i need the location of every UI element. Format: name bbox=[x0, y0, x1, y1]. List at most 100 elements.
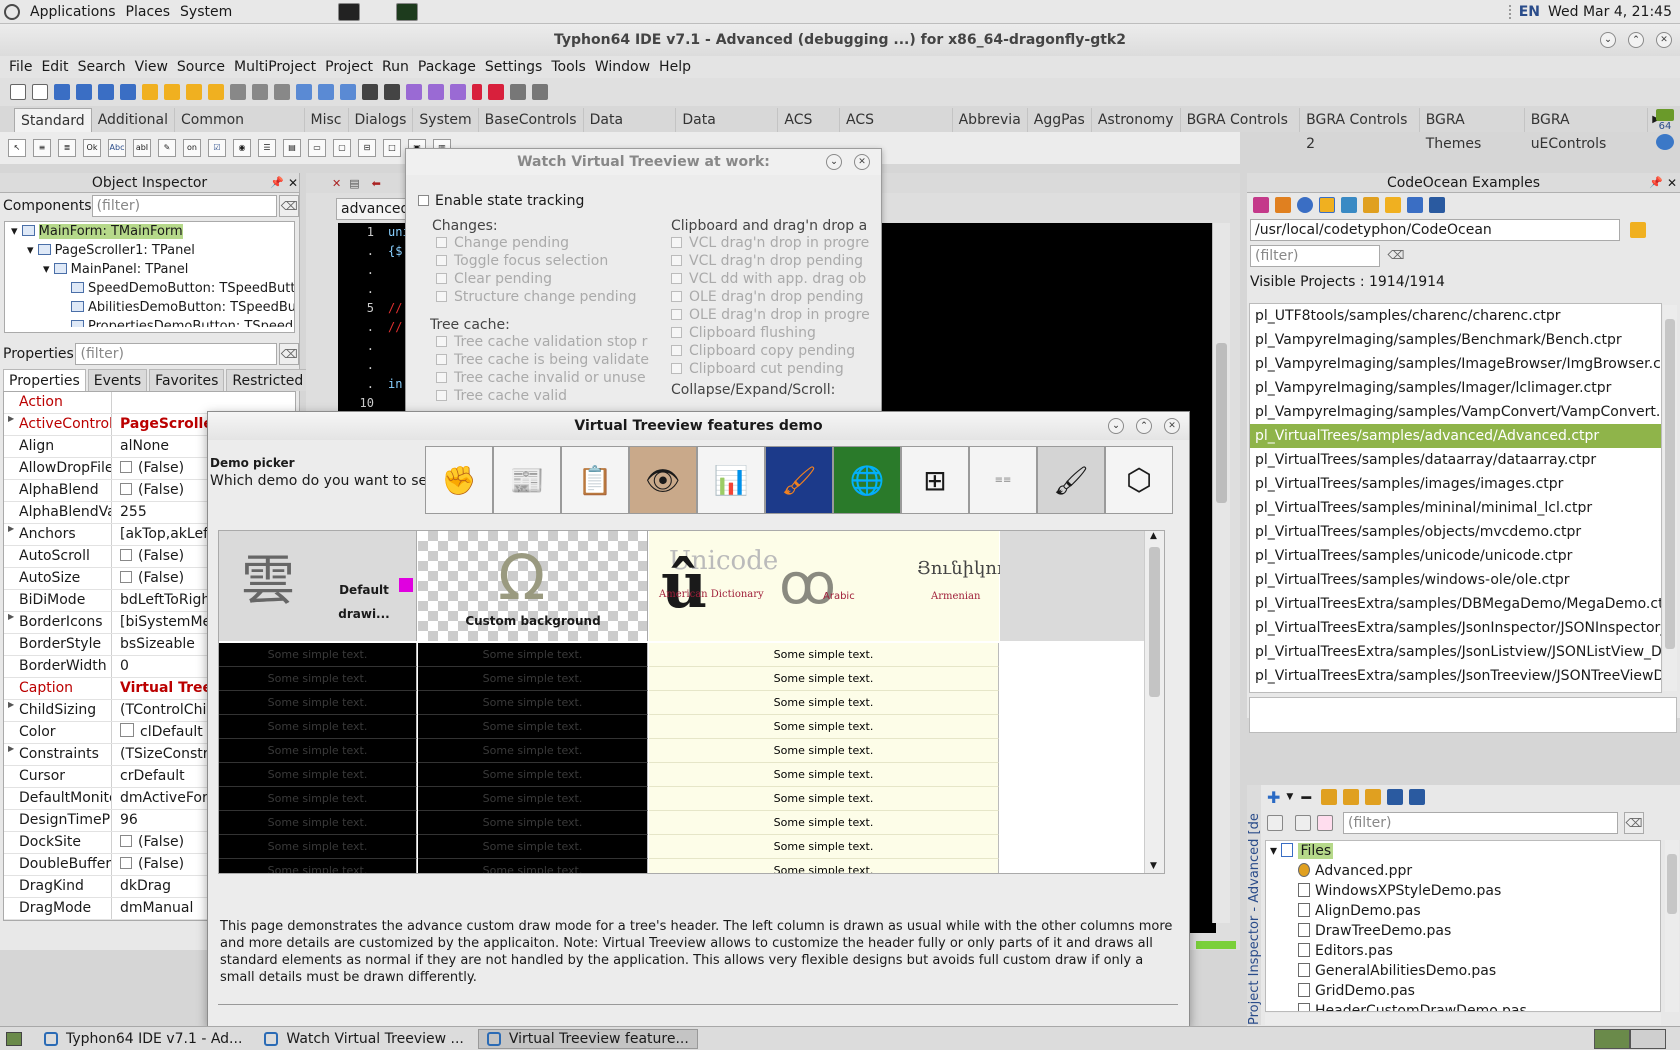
menu-project[interactable]: Project bbox=[325, 59, 373, 75]
tree-cell[interactable]: Some simple text. bbox=[649, 667, 999, 691]
tree-cell[interactable]: Some simple text. bbox=[219, 691, 417, 715]
tree-cell[interactable]: Some simple text. bbox=[219, 835, 417, 859]
close-panel-icon[interactable]: ✕ bbox=[288, 173, 298, 193]
step-into-icon[interactable] bbox=[428, 84, 444, 100]
panel-icon[interactable]: □ bbox=[383, 139, 401, 157]
state-checkbox[interactable]: Tree cache valid bbox=[436, 387, 650, 405]
menu-source[interactable]: Source bbox=[177, 59, 225, 75]
scroll-thumb[interactable] bbox=[1665, 319, 1675, 649]
show-directory-icon[interactable] bbox=[1267, 815, 1283, 831]
tree-cell[interactable]: Some simple text. bbox=[418, 787, 648, 811]
state-checkbox[interactable]: OLE drag'n drop in progre bbox=[671, 306, 876, 324]
abilities-demo-icon[interactable]: 📰 bbox=[493, 446, 561, 514]
checkbox-box[interactable] bbox=[671, 345, 682, 356]
project-file-item[interactable]: HeaderCustomDrawDemo.pas bbox=[1298, 1001, 1660, 1011]
state-checkbox[interactable]: Clear pending bbox=[436, 270, 646, 288]
run-to-cursor-icon[interactable] bbox=[532, 84, 548, 100]
checkbox-box[interactable] bbox=[671, 255, 682, 266]
clock[interactable]: Wed Mar 4, 21:45 bbox=[1548, 4, 1672, 20]
step-out-icon[interactable] bbox=[510, 84, 526, 100]
add-icon[interactable]: ✚ bbox=[1267, 788, 1280, 807]
checkbox-box[interactable] bbox=[671, 327, 682, 338]
tree-cell[interactable]: Some simple text. bbox=[418, 811, 648, 835]
show-tree-icon[interactable] bbox=[1295, 815, 1311, 831]
popupmenu-icon[interactable]: ≣ bbox=[58, 139, 76, 157]
tree-cell[interactable]: Some simple text. bbox=[219, 739, 417, 763]
state-checkbox[interactable]: Tree cache is being validate bbox=[436, 351, 650, 369]
tree-cell[interactable]: Some simple text. bbox=[649, 739, 999, 763]
sort-alpha-icon[interactable] bbox=[1317, 815, 1333, 831]
checkbox-box[interactable] bbox=[671, 237, 682, 248]
checkbox-box[interactable] bbox=[120, 549, 132, 561]
menu-tools[interactable]: Tools bbox=[551, 59, 586, 75]
checkbox-box[interactable] bbox=[120, 483, 132, 495]
gnome-foot-icon[interactable] bbox=[4, 3, 20, 20]
list-icon[interactable] bbox=[1429, 197, 1445, 213]
checkbox-box[interactable] bbox=[671, 309, 682, 320]
project-list-item[interactable]: pl_VirtualTreesExtra/samples/JsonListvie… bbox=[1250, 640, 1661, 664]
features-close-button[interactable]: ✕ bbox=[1164, 418, 1180, 434]
xp-style-demo-windows-icon[interactable]: ⊞ bbox=[901, 446, 969, 514]
tree-cell[interactable]: Some simple text. bbox=[649, 835, 999, 859]
project-file-item[interactable]: AlignDemo.pas bbox=[1298, 901, 1660, 921]
replace-icon[interactable] bbox=[120, 84, 136, 100]
workspace-2[interactable] bbox=[1630, 1028, 1666, 1049]
tree-cell[interactable]: Some simple text. bbox=[649, 643, 999, 667]
ole-demo-globe-icon[interactable]: 🌐 bbox=[833, 446, 901, 514]
dropdown-icon[interactable]: ▼ bbox=[1286, 792, 1293, 802]
checkbox-icon[interactable]: ☑ bbox=[208, 139, 226, 157]
tab-bgra-themes[interactable]: BGRA Themes bbox=[1420, 108, 1525, 152]
project-hscrollbar[interactable] bbox=[1265, 1013, 1661, 1025]
checkbox-box[interactable] bbox=[436, 354, 447, 365]
tree-cell[interactable]: Some simple text. bbox=[649, 811, 999, 835]
view-forms-icon[interactable] bbox=[318, 84, 334, 100]
packages-icon[interactable] bbox=[186, 84, 202, 100]
menu-applications[interactable]: Applications bbox=[30, 4, 116, 20]
pin-icon[interactable]: 📌 bbox=[1649, 173, 1663, 193]
tree-scroll-thumb[interactable] bbox=[1149, 547, 1160, 697]
checkbox-box[interactable] bbox=[671, 291, 682, 302]
state-checkbox[interactable]: VCL drag'n drop pending bbox=[671, 252, 876, 270]
state-checkbox[interactable]: Clipboard copy pending bbox=[671, 342, 876, 360]
tree-cell[interactable]: Some simple text. bbox=[219, 643, 417, 667]
state-checkbox[interactable]: Tree cache invalid or unuse bbox=[436, 369, 650, 387]
tree-cell[interactable]: Some simple text. bbox=[649, 715, 999, 739]
close-panel-icon[interactable]: ✕ bbox=[1667, 173, 1677, 193]
menu-package[interactable]: Package bbox=[418, 59, 476, 75]
project-file-item[interactable]: WindowsXPStyleDemo.pas bbox=[1298, 881, 1660, 901]
project-file-item[interactable]: Editors.pas bbox=[1298, 941, 1660, 961]
tab-abbrevia[interactable]: Abbrevia bbox=[953, 108, 1028, 132]
watch-minimize-button[interactable]: ⌄ bbox=[826, 154, 842, 170]
project-list-item[interactable]: pl_VampyreImaging/samples/Benchmark/Benc… bbox=[1250, 328, 1661, 352]
remove-icon[interactable]: ━ bbox=[1301, 788, 1311, 807]
stop-icon[interactable] bbox=[488, 84, 504, 100]
scroll-up-icon[interactable]: ▲ bbox=[1150, 531, 1157, 541]
menu-edit[interactable]: Edit bbox=[41, 59, 68, 75]
features-minimize-button[interactable]: ⌄ bbox=[1108, 418, 1124, 434]
save-all-icon[interactable] bbox=[76, 84, 92, 100]
clear-filter-icon[interactable]: ⌫ bbox=[279, 195, 299, 217]
header-column-custom[interactable]: Ω Custom background bbox=[418, 531, 648, 641]
project-list-item[interactable]: pl_VampyreImaging/samples/VampConvert/Va… bbox=[1250, 400, 1661, 424]
project-list-item[interactable]: pl_VirtualTreesExtra/samples/DBMegaDemo/… bbox=[1250, 592, 1661, 616]
save-icon[interactable] bbox=[54, 84, 70, 100]
sort-icon[interactable] bbox=[1408, 789, 1425, 805]
tab-common-controls[interactable]: Common Controls bbox=[175, 108, 305, 152]
menu-help[interactable]: Help bbox=[659, 59, 691, 75]
tree-cell[interactable]: Some simple text. bbox=[649, 787, 999, 811]
project-list-item[interactable]: pl_VirtualTreesExtra/samples/JsonTreevie… bbox=[1250, 664, 1661, 688]
state-checkbox[interactable]: VCL drag'n drop in progre bbox=[671, 234, 876, 252]
tree-cell[interactable]: Some simple text. bbox=[219, 787, 417, 811]
state-checkbox[interactable]: Clipboard cut pending bbox=[671, 360, 876, 378]
properties-demo-clipboard-icon[interactable]: 📋 bbox=[561, 446, 629, 514]
tab-dialogs[interactable]: Dialogs bbox=[349, 108, 414, 132]
compile-icon[interactable] bbox=[1342, 789, 1359, 805]
state-checkbox[interactable]: Structure change pending bbox=[436, 288, 646, 306]
tree-item[interactable]: PropertiesDemoButton: TSpeedB bbox=[9, 317, 294, 327]
scroll-thumb[interactable] bbox=[1667, 854, 1677, 914]
build-icon[interactable] bbox=[252, 84, 268, 100]
speed-demo-fist-icon[interactable]: ✊ bbox=[425, 446, 493, 514]
project-list-item[interactable]: pl_VirtualTrees/samples/dataarray/dataar… bbox=[1250, 448, 1661, 472]
tab-aggpas[interactable]: AggPas bbox=[1028, 108, 1092, 132]
tree-cell[interactable]: Some simple text. bbox=[418, 835, 648, 859]
